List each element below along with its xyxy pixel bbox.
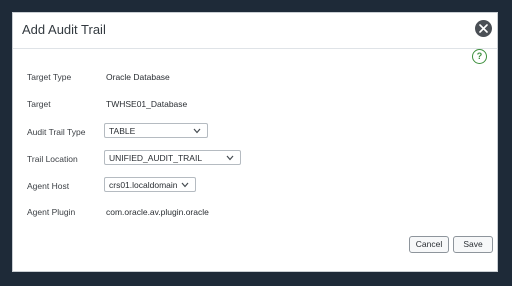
chevron-down-icon <box>193 128 201 134</box>
agent-plugin-label: Agent Plugin <box>27 207 76 217</box>
close-button[interactable] <box>475 20 492 37</box>
target-label: Target <box>27 99 51 109</box>
cancel-button[interactable]: Cancel <box>409 236 449 253</box>
trail-location-select[interactable]: UNIFIED_AUDIT_TRAIL <box>104 150 241 165</box>
audit-trail-type-select[interactable]: TABLE <box>104 123 208 138</box>
trail-location-label: Trail Location <box>27 154 78 164</box>
chevron-down-icon <box>226 155 234 161</box>
dialog-header: Add Audit Trail <box>13 13 497 49</box>
trail-location-selected: UNIFIED_AUDIT_TRAIL <box>109 153 203 163</box>
agent-host-selected: crs01.localdomain <box>109 180 178 190</box>
target-value: TWHSE01_Database <box>106 99 188 109</box>
dialog-title: Add Audit Trail <box>22 22 106 37</box>
agent-plugin-value: com.oracle.av.plugin.oracle <box>106 207 209 217</box>
save-button[interactable]: Save <box>453 236 493 253</box>
add-audit-trail-dialog: Add Audit Trail ? Target Type Oracle Dat… <box>12 12 498 272</box>
agent-host-label: Agent Host <box>27 181 70 191</box>
chevron-down-icon <box>181 182 189 188</box>
agent-host-select[interactable]: crs01.localdomain <box>104 177 196 192</box>
audit-trail-type-label: Audit Trail Type <box>27 127 86 137</box>
target-type-label: Target Type <box>27 72 72 82</box>
close-icon <box>479 24 488 33</box>
help-icon[interactable]: ? <box>472 49 487 64</box>
audit-trail-type-selected: TABLE <box>109 126 136 136</box>
target-type-value: Oracle Database <box>106 72 170 82</box>
